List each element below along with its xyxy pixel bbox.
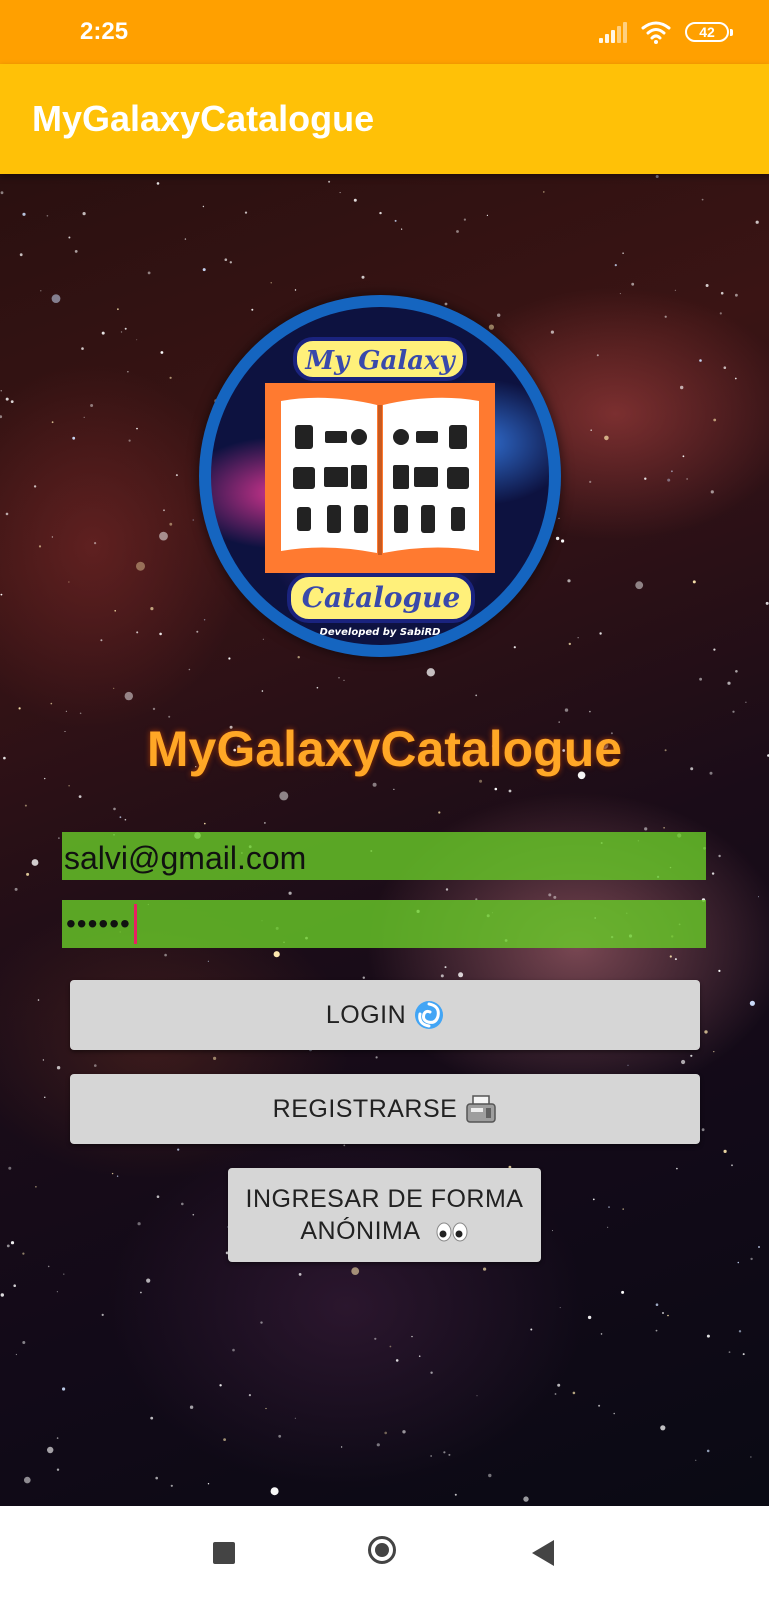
logo-inner: My Galaxy Catalogue Developed by SabiRD xyxy=(211,307,549,645)
anon-label-line1: INGRESAR DE FORMA xyxy=(245,1185,524,1213)
home-icon[interactable] xyxy=(368,1536,396,1564)
recent-apps-icon[interactable] xyxy=(213,1542,235,1564)
app-bar: MyGalaxyCatalogue xyxy=(0,64,769,174)
register-label: REGISTRARSE xyxy=(272,1094,458,1123)
logo-top-text: My Galaxy xyxy=(304,346,456,376)
login-button[interactable]: LOGIN xyxy=(70,980,700,1050)
login-label: LOGIN xyxy=(325,1000,407,1029)
brand-title: MyGalaxyCatalogue xyxy=(146,721,623,777)
text-cursor xyxy=(134,904,137,944)
password-field[interactable]: •••••• xyxy=(62,900,706,948)
cyclone-icon xyxy=(415,1001,444,1029)
back-icon[interactable] xyxy=(532,1540,554,1566)
password-value: •••••• xyxy=(66,908,131,939)
status-time: 2:25 xyxy=(80,18,129,45)
app-logo: My Galaxy Catalogue Developed by SabiRD xyxy=(199,295,561,657)
eyes-icon xyxy=(436,1222,468,1242)
status-icons: 42 xyxy=(599,20,733,44)
fax-icon xyxy=(466,1095,497,1123)
anon-label-line2: ANÓNIMA xyxy=(300,1217,420,1245)
email-field[interactable]: salvi@gmail.com xyxy=(62,832,706,880)
battery-icon: 42 xyxy=(685,22,733,42)
signal-icon xyxy=(599,21,627,43)
email-value: salvi@gmail.com xyxy=(64,840,307,876)
status-bar: 2:25 42 xyxy=(0,0,769,64)
logo-bottom-text: Catalogue xyxy=(302,581,461,614)
wifi-icon xyxy=(641,21,671,44)
app-bar-title: MyGalaxyCatalogue xyxy=(32,98,375,139)
register-button[interactable]: REGISTRARSE xyxy=(70,1074,700,1144)
navigation-bar xyxy=(0,1506,769,1600)
logo-credit: Developed by SabiRD xyxy=(320,627,441,638)
anonymous-login-button[interactable]: INGRESAR DE FORMA ANÓNIMA xyxy=(228,1168,541,1262)
